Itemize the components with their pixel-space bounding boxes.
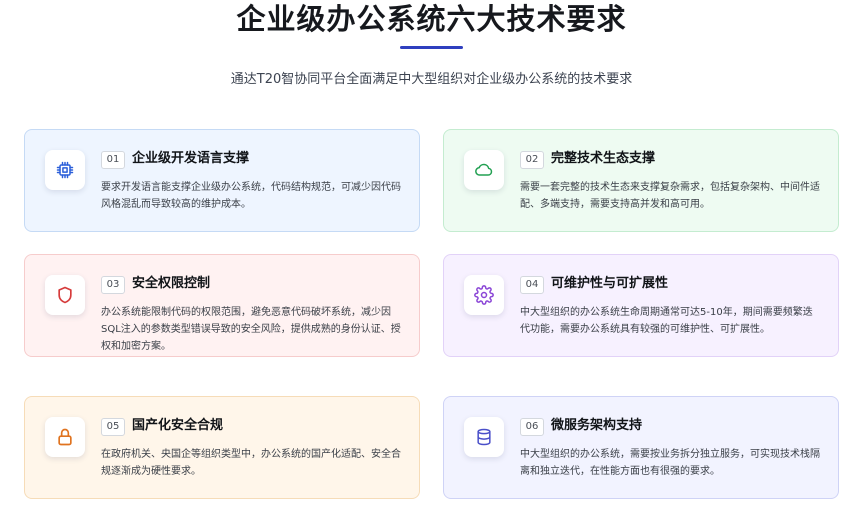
card-localization-compliance: 05 国产化安全合规 在政府机关、央国企等组织类型中，办公系统的国产化适配、安全… bbox=[24, 396, 420, 499]
card-enterprise-language: 01 企业级开发语言支撑 要求开发语言能支撑企业级办公系统，代码结构规范，可减少… bbox=[24, 129, 420, 232]
card-title: 完整技术生态支撑 bbox=[551, 151, 656, 166]
database-icon bbox=[464, 417, 504, 457]
card-number: 04 bbox=[520, 276, 544, 294]
card-description: 在政府机关、央国企等组织类型中，办公系统的国产化适配、安全合规逐渐成为硬性要求。 bbox=[101, 449, 401, 477]
card-number: 03 bbox=[101, 276, 125, 294]
page-title: 企业级办公系统六大技术要求 bbox=[236, 2, 627, 36]
card-tech-ecosystem: 02 完整技术生态支撑 需要一套完整的技术生态来支撑复杂需求，包括复杂架构、中间… bbox=[443, 129, 839, 232]
card-number: 02 bbox=[520, 151, 544, 169]
card-title: 安全权限控制 bbox=[132, 276, 211, 291]
card-title: 可维护性与可扩展性 bbox=[551, 276, 669, 291]
page: 企业级办公系统六大技术要求 通达T20智协同平台全面满足中大型组织对企业级办公系… bbox=[0, 0, 863, 528]
card-number: 06 bbox=[520, 418, 544, 436]
card-security-permission: 03 安全权限控制 办公系统能限制代码的权限范围，避免恶意代码破坏系统，减少因S… bbox=[24, 254, 420, 357]
title-underline bbox=[400, 46, 463, 49]
card-description: 需要一套完整的技术生态来支撑复杂需求，包括复杂架构、中间件适配、多端支持，需要支… bbox=[520, 182, 820, 210]
card-description: 办公系统能限制代码的权限范围，避免恶意代码破坏系统，减少因SQL注入的参数类型错… bbox=[101, 307, 401, 352]
card-maintainability: 04 可维护性与可扩展性 中大型组织的办公系统生命周期通常可达5-10年，期间需… bbox=[443, 254, 839, 357]
page-subtitle: 通达T20智协同平台全面满足中大型组织对企业级办公系统的技术要求 bbox=[230, 72, 633, 87]
card-description: 中大型组织的办公系统，需要按业务拆分独立服务，可实现技术栈隔离和独立迭代，在性能… bbox=[520, 449, 820, 477]
card-title: 企业级开发语言支撑 bbox=[132, 151, 250, 166]
card-description: 中大型组织的办公系统生命周期通常可达5-10年，期间需要频繁迭代功能，需要办公系… bbox=[520, 307, 813, 335]
card-title: 微服务架构支持 bbox=[551, 418, 643, 433]
card-title: 国产化安全合规 bbox=[132, 418, 224, 433]
lock-icon bbox=[45, 417, 85, 457]
card-description: 要求开发语言能支撑企业级办公系统，代码结构规范，可减少因代码风格混乱而导致较高的… bbox=[101, 182, 401, 210]
shield-icon bbox=[45, 275, 85, 315]
chip-icon bbox=[45, 150, 85, 190]
gear-icon bbox=[464, 275, 504, 315]
card-microservices: 06 微服务架构支持 中大型组织的办公系统，需要按业务拆分独立服务，可实现技术栈… bbox=[443, 396, 839, 499]
cloud-icon bbox=[464, 150, 504, 190]
card-number: 05 bbox=[101, 418, 125, 436]
card-number: 01 bbox=[101, 151, 125, 169]
